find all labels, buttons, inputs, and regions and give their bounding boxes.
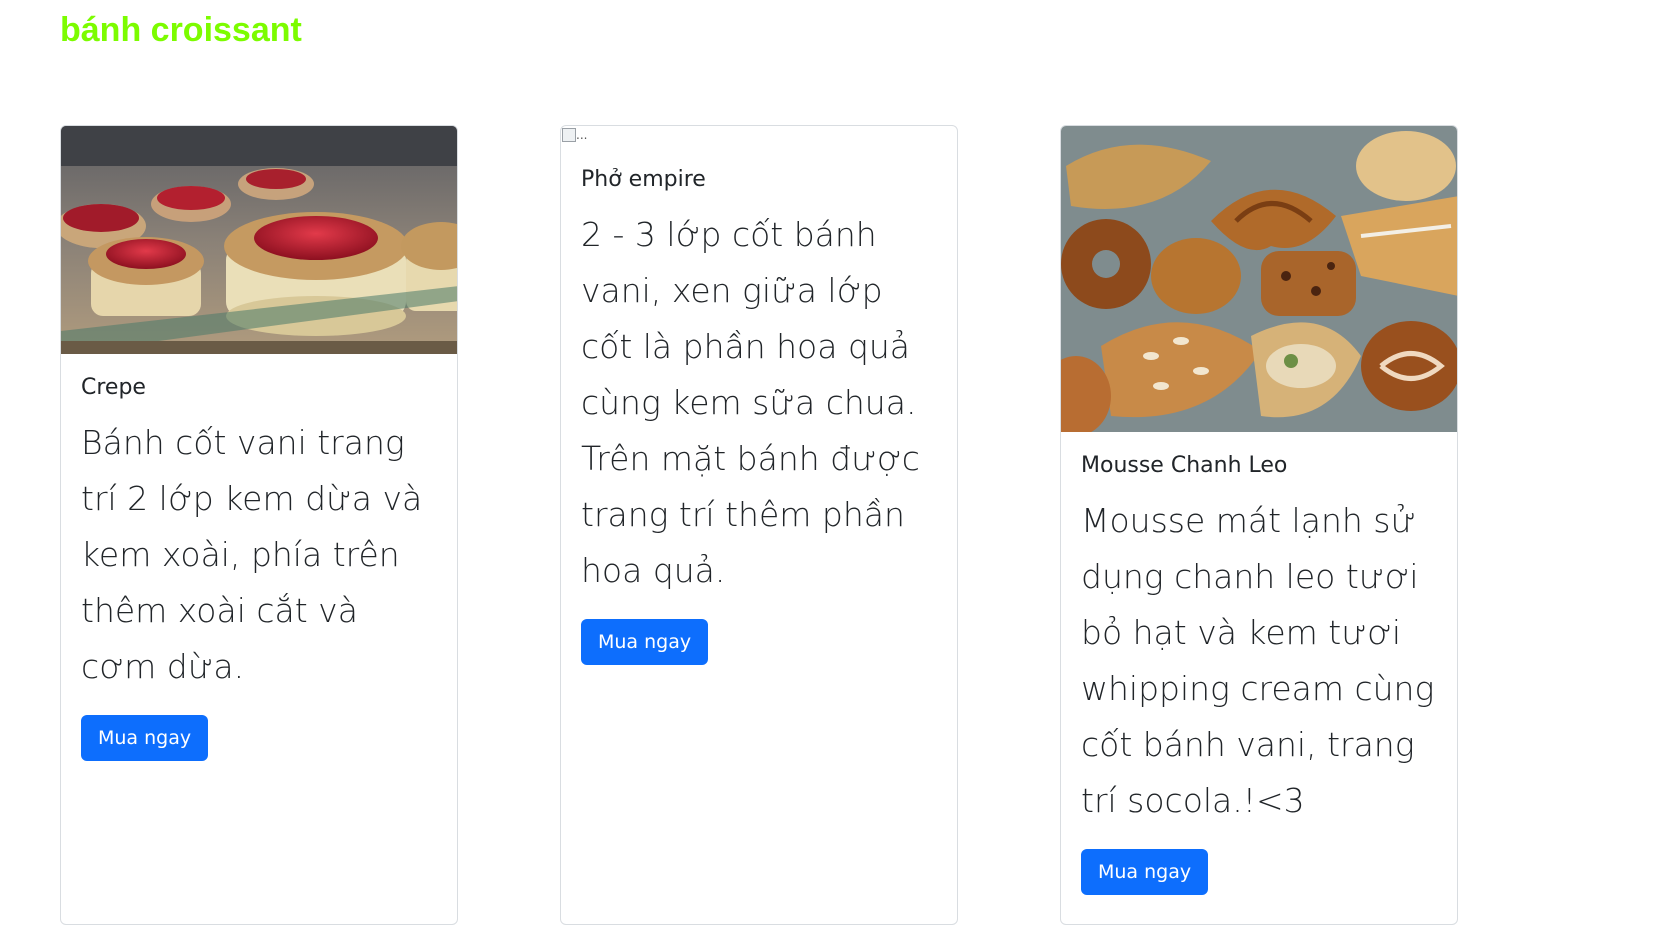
card-image-pastries (1061, 126, 1457, 432)
card-title: Phở empire (581, 167, 706, 192)
buy-now-button[interactable]: Mua ngay (81, 714, 209, 761)
card-body: Phở empire 2 - 3 lớp cốt bánh vani, xen … (561, 156, 957, 665)
card-image-tarts (61, 126, 457, 354)
image-alt-text: ... (576, 128, 588, 142)
product-card-mousse-chanh-leo: Mousse Chanh Leo Mousse mát lạnh sử dụng… (1060, 125, 1458, 925)
broken-image: ... (561, 126, 957, 156)
card-body: Mousse Chanh Leo Mousse mát lạnh sử dụng… (1061, 432, 1457, 895)
card-description: Mousse mát lạnh sử dụng chanh leo tươi b… (1081, 500, 1435, 820)
broken-image-icon (562, 128, 576, 142)
product-card-crepe: Crepe Bánh cốt vani trang trí 2 lớp kem … (60, 125, 458, 925)
card-description: Bánh cốt vani trang trí 2 lớp kem dừa và… (81, 422, 423, 686)
buy-now-button[interactable]: Mua ngay (581, 618, 709, 665)
product-card-pho-empire: ... Phở empire 2 - 3 lớp cốt bánh vani, … (560, 125, 958, 925)
page-title: bánh croissant (60, 11, 302, 49)
card-description: 2 - 3 lớp cốt bánh vani, xen giữa lớp cố… (581, 214, 920, 590)
buy-now-button[interactable]: Mua ngay (1081, 848, 1209, 895)
card-title: Crepe (81, 375, 146, 400)
card-body: Crepe Bánh cốt vani trang trí 2 lớp kem … (61, 354, 457, 761)
card-title: Mousse Chanh Leo (1081, 453, 1288, 478)
